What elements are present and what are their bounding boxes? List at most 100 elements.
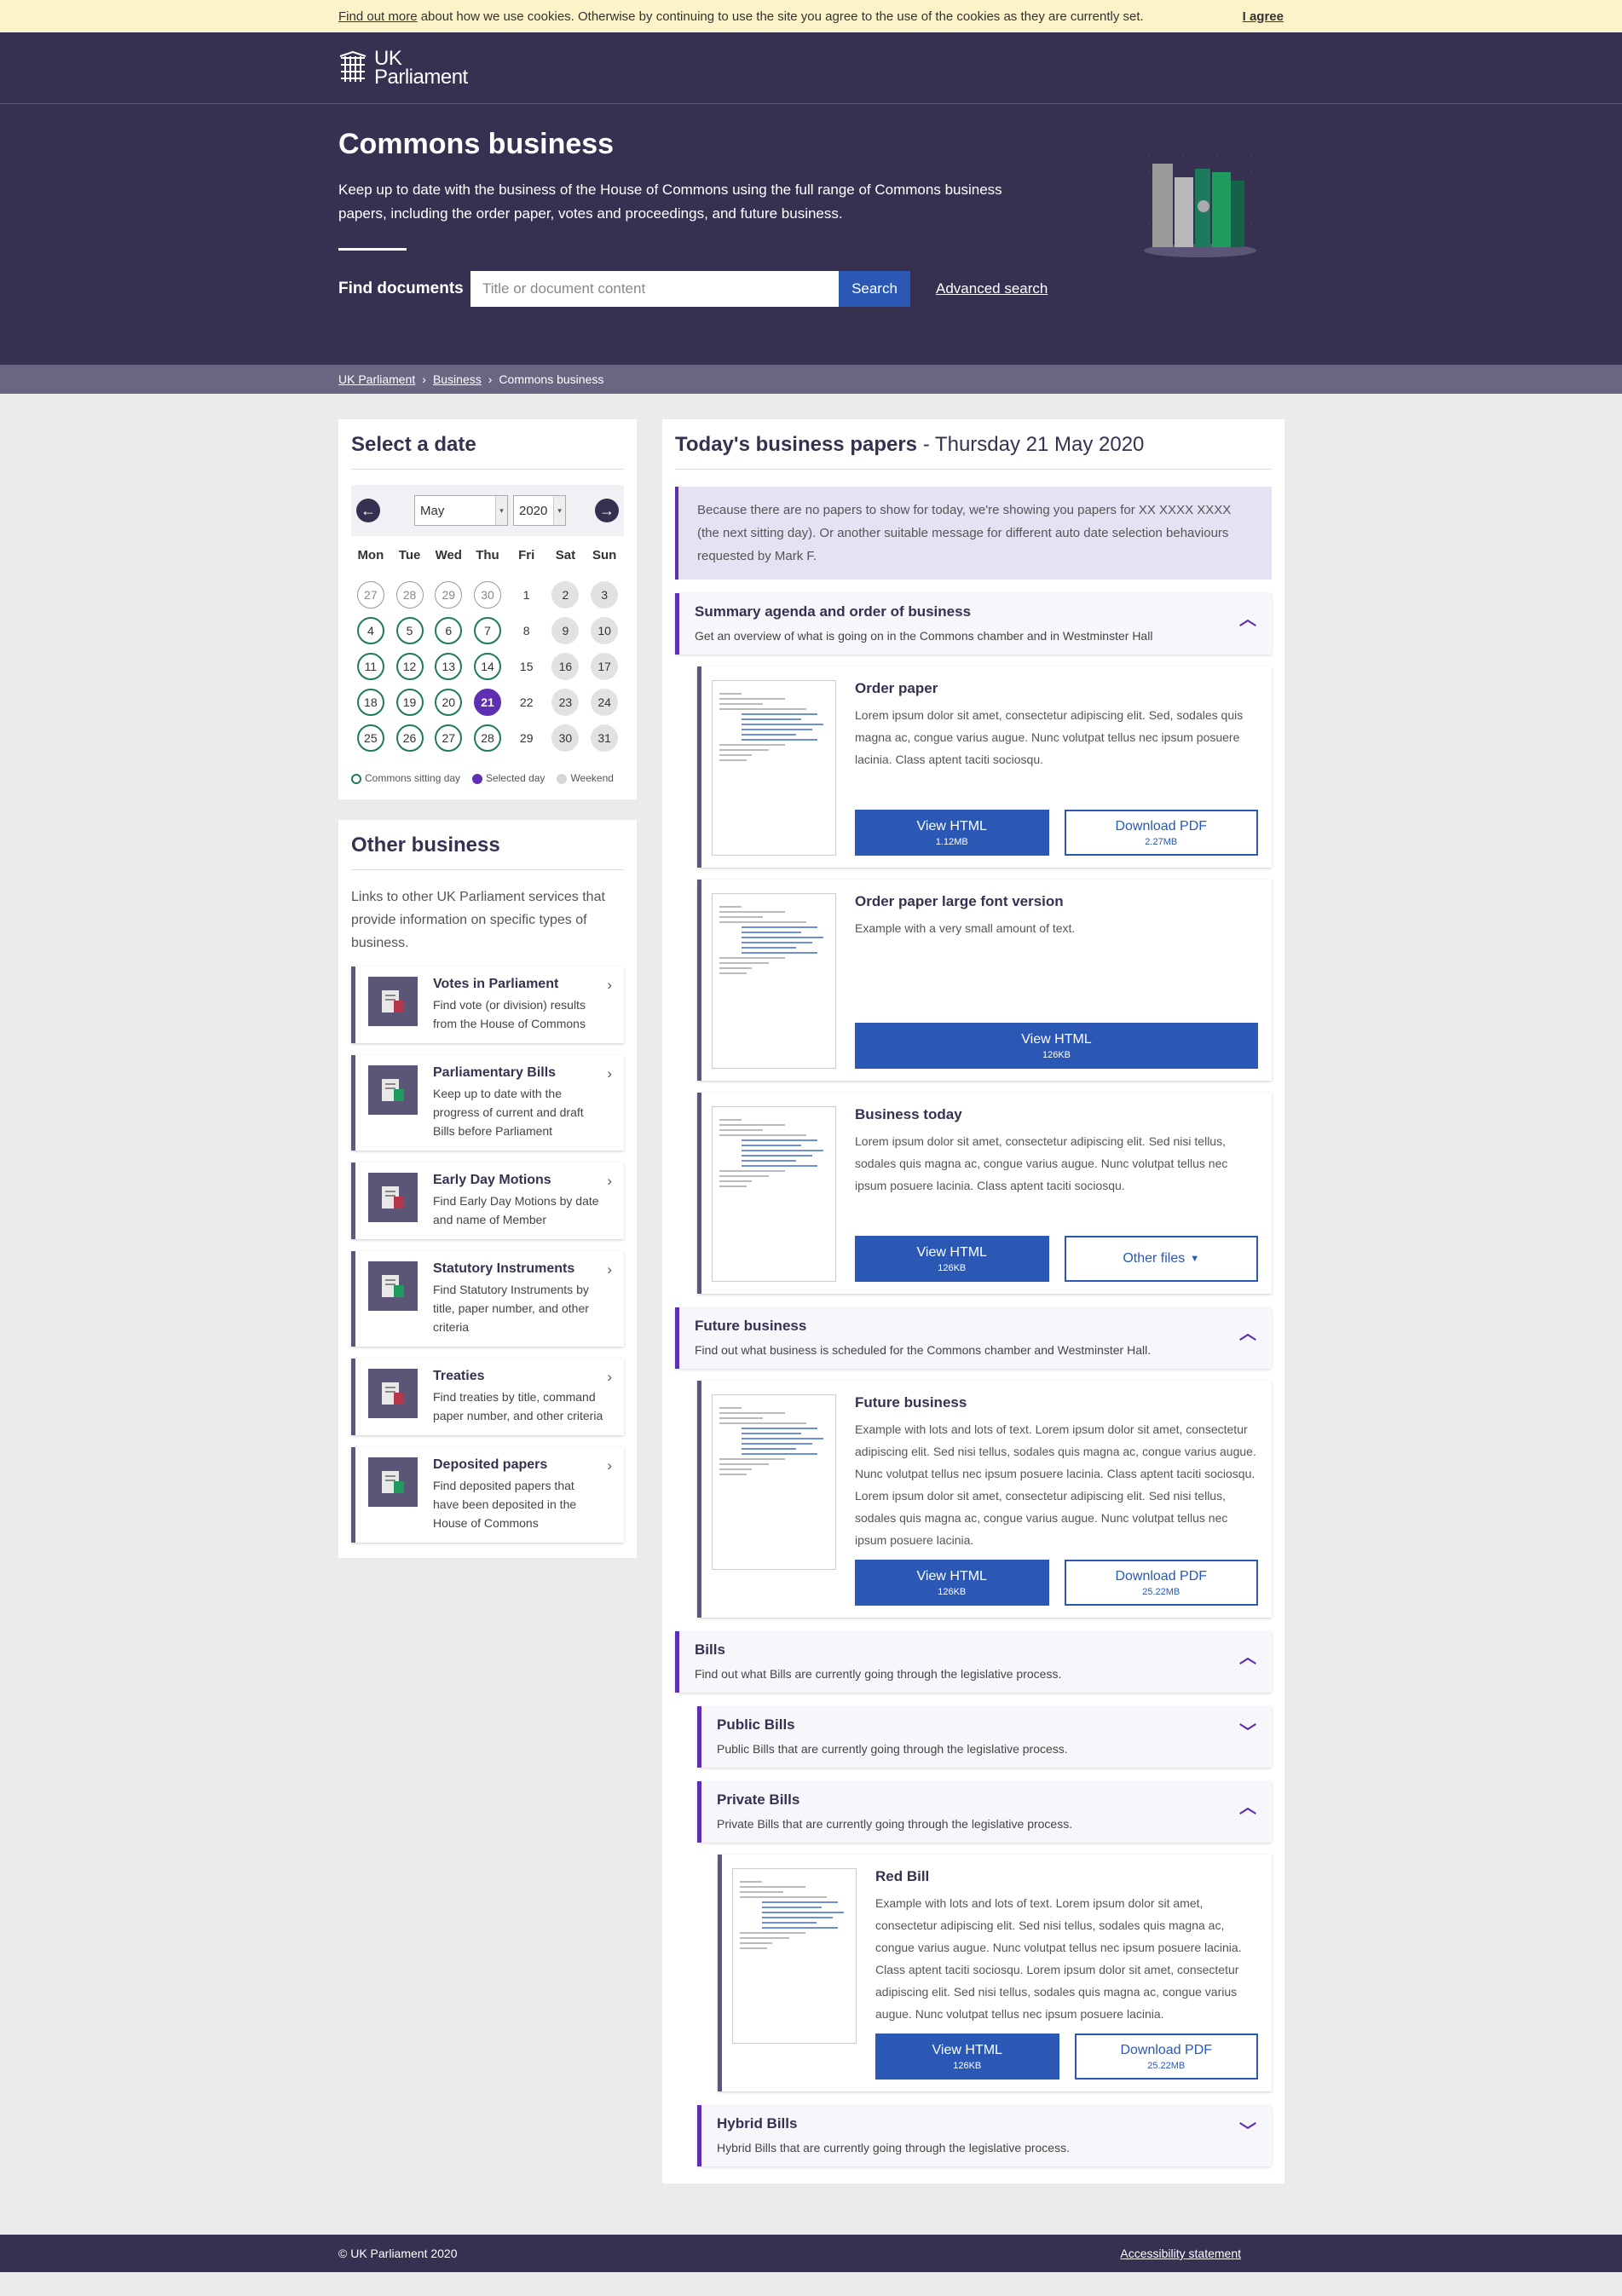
view-html-button[interactable]: View HTML 126KB <box>855 1236 1049 1282</box>
doc-order-paper: Order paper Lorem ipsum dolor sit amet, … <box>697 666 1272 868</box>
calendar-day[interactable]: 4 <box>356 617 384 644</box>
calendar-day[interactable]: 30 <box>551 724 580 752</box>
file-size: 25.22MB <box>1142 1586 1180 1597</box>
calendar-day[interactable]: 28 <box>395 581 424 609</box>
other-business-link[interactable]: Early Day Motions Find Early Day Motions … <box>351 1162 624 1239</box>
calendar-day[interactable]: 15 <box>513 653 540 680</box>
thumbnail-line <box>741 932 801 933</box>
other-business-text: Statutory Instruments Find Statutory Inst… <box>433 1261 603 1336</box>
calendar-day[interactable]: 18 <box>356 689 384 716</box>
calendar-day[interactable]: 3 <box>591 581 619 609</box>
calendar-day[interactable]: 16 <box>551 653 580 680</box>
motions-icon <box>368 1173 418 1222</box>
chevron-right-icon: › <box>607 977 612 993</box>
view-html-button[interactable]: View HTML 126KB <box>855 1023 1258 1069</box>
calendar-day[interactable]: 24 <box>591 689 619 716</box>
calendar-day[interactable]: 20 <box>435 689 463 716</box>
calendar-day[interactable]: 19 <box>395 689 424 716</box>
calendar-day[interactable]: 10 <box>591 617 619 644</box>
other-business-description: Keep up to date with the progress of cur… <box>433 1087 584 1138</box>
calendar-day[interactable]: 11 <box>356 653 384 680</box>
view-html-button[interactable]: View HTML 1.12MB <box>855 810 1049 856</box>
view-html-button[interactable]: View HTML 126KB <box>855 1560 1049 1606</box>
calendar-day[interactable]: 5 <box>395 617 424 644</box>
month-select[interactable]: May ▾ <box>414 495 508 526</box>
calendar-day[interactable]: 22 <box>513 689 540 716</box>
search-button[interactable]: Search <box>839 271 910 307</box>
calendar-day[interactable]: 27 <box>435 724 463 752</box>
section-hybrid-bills[interactable]: Hybrid Bills Hybrid Bills that are curre… <box>697 2105 1272 2166</box>
other-business-link[interactable]: Deposited papers Find deposited papers th… <box>351 1447 624 1543</box>
other-files-button[interactable]: Other files ▼ <box>1064 1236 1258 1282</box>
calendar-day[interactable]: 1 <box>513 581 540 609</box>
doc-actions: View HTML 1.12MB Download PDF 2.27MB <box>855 810 1258 856</box>
calendar-day[interactable]: 6 <box>435 617 463 644</box>
view-html-button[interactable]: View HTML 126KB <box>875 2034 1059 2080</box>
cookie-agree-button[interactable]: I agree <box>1243 9 1284 24</box>
breadcrumb-business[interactable]: Business <box>433 372 482 386</box>
thumbnail-line <box>719 1458 785 1460</box>
calendar-day[interactable]: 28 <box>473 724 501 752</box>
uk-parliament-logo[interactable]: UK Parliament <box>338 48 468 89</box>
thumbnail-line <box>741 1443 812 1445</box>
calendar-day[interactable]: 29 <box>513 724 540 752</box>
calendar-day[interactable]: 27 <box>356 581 384 609</box>
download-pdf-button[interactable]: Download PDF 25.22MB <box>1074 2034 1258 2080</box>
calendar-day[interactable]: 30 <box>473 581 501 609</box>
calendar-day[interactable]: 9 <box>551 617 580 644</box>
section-title: Public Bills <box>717 1716 795 1733</box>
doc-body: Business today Lorem ipsum dolor sit ame… <box>855 1106 1258 1282</box>
weekday-header: Tue <box>398 548 421 562</box>
other-business-link[interactable]: Votes in Parliament Find vote (or divisio… <box>351 966 624 1043</box>
section-summary-agenda[interactable]: Summary agenda and order of business Get… <box>675 593 1272 655</box>
other-business-text: Parliamentary Bills Keep up to date with … <box>433 1065 603 1140</box>
calendar-day[interactable]: 23 <box>551 689 580 716</box>
calendar-day[interactable]: 26 <box>395 724 424 752</box>
next-month-button[interactable]: → <box>595 499 619 522</box>
chevron-right-icon: › <box>607 1261 612 1278</box>
calendar-day[interactable]: 25 <box>356 724 384 752</box>
section-description: Find out what business is scheduled for … <box>695 1343 1152 1357</box>
advanced-search-link[interactable]: Advanced search <box>936 280 1048 297</box>
calendar-cell: 28 <box>468 724 507 752</box>
calendar-day[interactable]: 13 <box>435 653 463 680</box>
year-select[interactable]: 2020 ▾ <box>513 495 566 526</box>
copyright: © UK Parliament 2020 <box>338 2247 458 2260</box>
download-pdf-button[interactable]: Download PDF 25.22MB <box>1064 1560 1258 1606</box>
weekday-header: Sat <box>555 548 576 562</box>
other-business-link[interactable]: Treaties Find treaties by title, command … <box>351 1359 624 1435</box>
calendar-day[interactable]: 12 <box>395 653 424 680</box>
calendar-day-selected[interactable]: 21 <box>473 689 501 716</box>
votes-icon-graphic <box>382 990 404 1012</box>
section-public-bills[interactable]: Public Bills Public Bills that are curre… <box>697 1706 1272 1768</box>
notice-message: Because there are no papers to show for … <box>675 487 1272 580</box>
cookie-find-out-more-link[interactable]: Find out more <box>338 9 418 24</box>
previous-month-button[interactable]: ← <box>356 499 380 522</box>
calendar-day[interactable]: 29 <box>435 581 463 609</box>
breadcrumb-uk-parliament[interactable]: UK Parliament <box>338 372 415 386</box>
search-input[interactable]: Title or document content <box>470 271 839 307</box>
thumbnail-line <box>741 729 812 730</box>
logo-line2: Parliament <box>374 65 468 89</box>
calendar-day[interactable]: 31 <box>591 724 619 752</box>
section-bills[interactable]: Bills Find out what Bills are currently … <box>675 1631 1272 1693</box>
other-business-link[interactable]: Statutory Instruments Find Statutory Inst… <box>351 1251 624 1347</box>
section-future-business[interactable]: Future business Find out what business i… <box>675 1307 1272 1369</box>
calendar-day[interactable]: 17 <box>591 653 619 680</box>
other-business-link[interactable]: Parliamentary Bills Keep up to date with … <box>351 1055 624 1151</box>
calendar-day[interactable]: 2 <box>551 581 580 609</box>
chevron-right-icon: › <box>607 1065 612 1082</box>
section-private-bills[interactable]: Private Bills Private Bills that are cur… <box>697 1781 1272 1843</box>
treaties-icon-graphic <box>382 1382 404 1405</box>
accessibility-statement-link[interactable]: Accessibility statement <box>1120 2247 1241 2260</box>
doc-description: Example with a very small amount of text… <box>855 921 1076 935</box>
calendar-legend: Commons sitting day Selected day Weekend <box>351 772 624 784</box>
thumbnail-line <box>741 1139 818 1141</box>
download-pdf-button[interactable]: Download PDF 2.27MB <box>1064 810 1258 856</box>
calendar-day[interactable]: 8 <box>513 617 540 644</box>
caret-down-icon: ▼ <box>1190 1254 1200 1264</box>
calendar-day[interactable]: 14 <box>473 653 501 680</box>
calendar-day[interactable]: 7 <box>473 617 501 644</box>
weekend-swatch <box>557 773 568 784</box>
thumbnail-line <box>719 967 753 969</box>
